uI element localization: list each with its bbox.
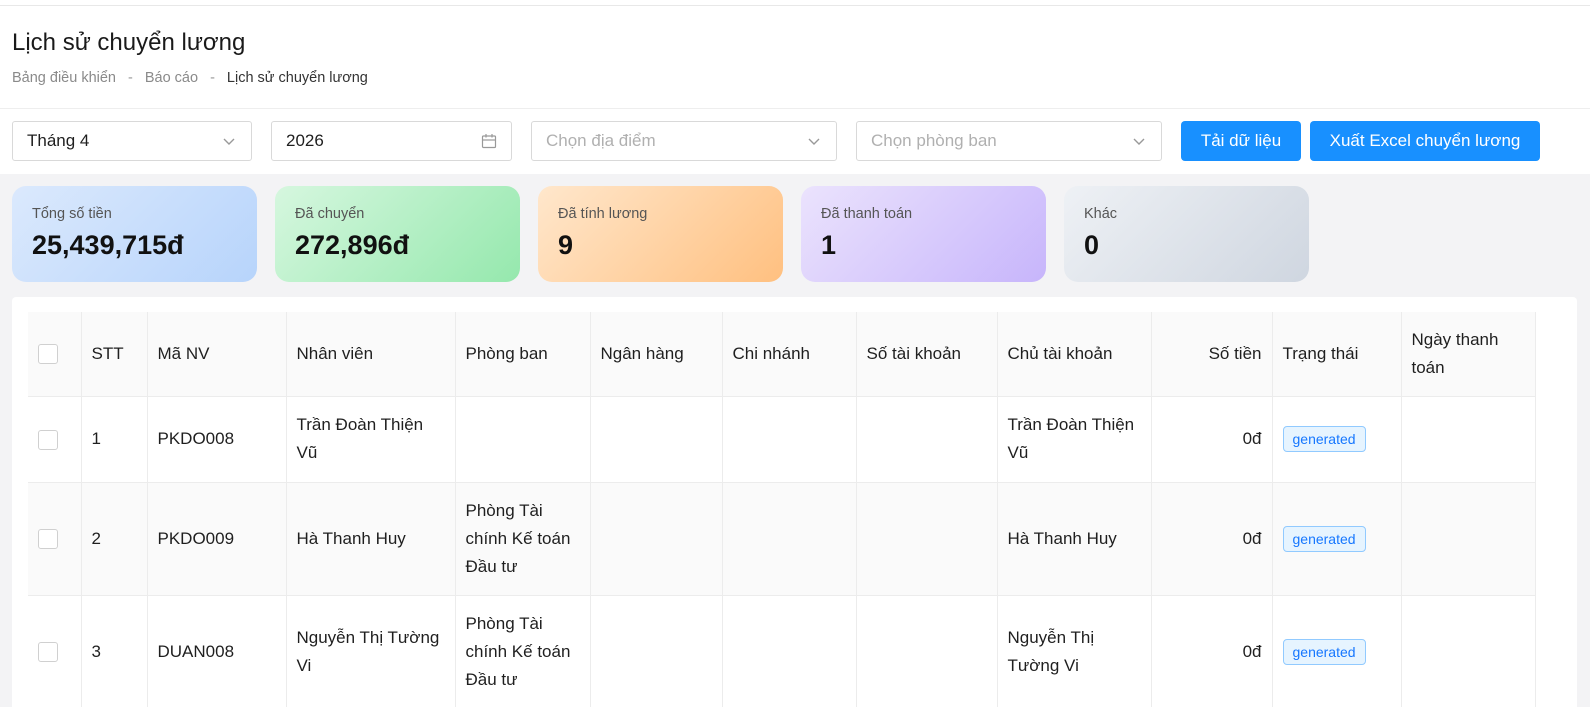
summary-card-value: 272,896đ	[295, 230, 410, 260]
summary-card-label: Đã tính lương	[558, 206, 648, 222]
year-picker[interactable]: 2026	[271, 121, 512, 161]
summary-card-label: Tổng số tiền	[32, 206, 112, 222]
column-header: Phòng ban	[455, 312, 591, 397]
cell-code: PKDO008	[147, 396, 287, 483]
cell-stt: 1	[81, 396, 148, 483]
load-data-button[interactable]: Tải dữ liệu	[1181, 121, 1301, 161]
summary-card-value: 25,439,715đ	[32, 230, 184, 260]
chevron-down-icon	[808, 138, 820, 145]
column-header: Số tài khoản	[856, 312, 998, 397]
summary-card-other: Khác 0	[1064, 186, 1309, 282]
department-select-placeholder: Chọn phòng ban	[871, 131, 997, 150]
summary-card-value: 1	[821, 230, 837, 260]
cell-stt: 2	[81, 482, 148, 596]
header-select-all[interactable]	[28, 312, 82, 397]
cell-name: Trần Đoàn Thiện Vũ	[286, 396, 456, 483]
cell-amount: 0đ	[1151, 595, 1273, 707]
column-header: Chi nhánh	[722, 312, 857, 397]
breadcrumb-item-dashboard[interactable]: Bảng điều khiển	[12, 70, 116, 86]
column-header: Trạng thái	[1272, 312, 1402, 397]
cell-dept	[455, 396, 591, 483]
location-select[interactable]: Chọn địa điểm	[531, 121, 837, 161]
cell-branch	[722, 396, 857, 483]
summary-card-label: Khác	[1084, 206, 1118, 222]
cell-holder: Trần Đoàn Thiện Vũ	[997, 396, 1152, 483]
export-excel-button[interactable]: Xuất Excel chuyển lương	[1310, 121, 1540, 161]
page-header: Lịch sử chuyển lương Bảng điều khiển - B…	[0, 6, 1590, 109]
cell-status: generated	[1272, 396, 1402, 483]
breadcrumb-item-current: Lịch sử chuyển lương	[226, 70, 368, 86]
column-header: Nhân viên	[286, 312, 456, 397]
cell-date	[1401, 595, 1536, 707]
breadcrumb-item-reports[interactable]: Báo cáo	[145, 70, 198, 86]
cell-account	[856, 396, 998, 483]
cell-code: PKDO009	[147, 482, 287, 596]
cell-status: generated	[1272, 595, 1402, 707]
summary-card-value: 9	[558, 230, 574, 260]
cell-bank	[590, 396, 723, 483]
cell-status: generated	[1272, 482, 1402, 596]
summary-card-transferred: Đã chuyển 272,896đ	[275, 186, 520, 282]
row-checkbox[interactable]	[38, 529, 58, 550]
cell-dept: Phòng Tài chính Kế toán Đầu tư	[455, 595, 591, 707]
summary-card-label: Đã thanh toán	[821, 206, 913, 222]
cell-date	[1401, 482, 1536, 596]
month-select[interactable]: Tháng 4	[12, 121, 252, 161]
status-badge: generated	[1282, 426, 1366, 452]
cell-amount: 0đ	[1151, 396, 1273, 483]
payroll-table: STT Mã NV Nhân viên Phòng ban Ngân hàng …	[28, 312, 1536, 707]
cell-code: DUAN008	[147, 595, 287, 707]
cell-amount: 0đ	[1151, 482, 1273, 596]
status-badge: generated	[1282, 525, 1366, 552]
breadcrumb-separator: -	[128, 70, 133, 86]
cell-holder: Nguyễn Thị Tường Vi	[997, 595, 1152, 707]
cell-branch	[722, 482, 857, 596]
table-container: STT Mã NV Nhân viên Phòng ban Ngân hàng …	[12, 297, 1577, 707]
cell-bank	[590, 482, 723, 596]
cell-account	[856, 482, 998, 596]
cell-date	[1401, 396, 1536, 483]
department-select[interactable]: Chọn phòng ban	[856, 121, 1162, 161]
status-badge: generated	[1282, 638, 1366, 665]
summary-card-total: Tổng số tiền 25,439,715đ	[12, 186, 257, 282]
breadcrumb-separator: -	[210, 70, 215, 86]
cell-stt: 3	[81, 595, 148, 707]
column-header: Số tiền	[1151, 312, 1273, 397]
cell-holder: Hà Thanh Huy	[997, 482, 1152, 596]
summary-card-paid: Đã thanh toán 1	[801, 186, 1046, 282]
column-header: Mã NV	[147, 312, 287, 397]
summary-card-label: Đã chuyển	[295, 206, 365, 222]
cell-name: Nguyễn Thị Tường Vi	[286, 595, 456, 707]
row-checkbox[interactable]	[38, 642, 58, 663]
filter-bar: Tháng 4 2026 Chọn địa điểm Chọn phòng ba…	[0, 109, 1590, 174]
chevron-down-icon	[1133, 138, 1145, 145]
chevron-down-icon	[223, 138, 235, 145]
cell-bank	[590, 595, 723, 707]
column-header: Ngân hàng	[590, 312, 723, 397]
table-row[interactable]: 3 DUAN008 Nguyễn Thị Tường Vi Phòng Tài …	[28, 595, 1536, 707]
summary-card-value: 0	[1084, 230, 1100, 260]
column-header: Ngày thanh toán	[1401, 312, 1536, 397]
cell-account	[856, 595, 998, 707]
table-row[interactable]: 1 PKDO008 Trần Đoàn Thiện Vũ Trần Đoàn T…	[28, 396, 1536, 483]
calendar-icon	[481, 134, 497, 149]
select-all-checkbox[interactable]	[38, 344, 58, 365]
column-header: Chủ tài khoản	[997, 312, 1152, 397]
breadcrumb: Bảng điều khiển - Báo cáo - Lịch sử chuy…	[12, 70, 1578, 86]
table-row[interactable]: 2 PKDO009 Hà Thanh Huy Phòng Tài chính K…	[28, 482, 1536, 596]
cell-branch	[722, 595, 857, 707]
column-header: STT	[81, 312, 148, 397]
page-title: Lịch sử chuyển lương	[12, 29, 246, 56]
cell-name: Hà Thanh Huy	[286, 482, 456, 596]
row-checkbox[interactable]	[38, 429, 58, 450]
location-select-placeholder: Chọn địa điểm	[546, 131, 656, 150]
year-picker-value: 2026	[286, 131, 324, 150]
cell-dept: Phòng Tài chính Kế toán Đầu tư	[455, 482, 591, 596]
summary-card-calculated: Đã tính lương 9	[538, 186, 783, 282]
month-select-value: Tháng 4	[27, 131, 90, 150]
table-header-row: STT Mã NV Nhân viên Phòng ban Ngân hàng …	[28, 312, 1536, 397]
